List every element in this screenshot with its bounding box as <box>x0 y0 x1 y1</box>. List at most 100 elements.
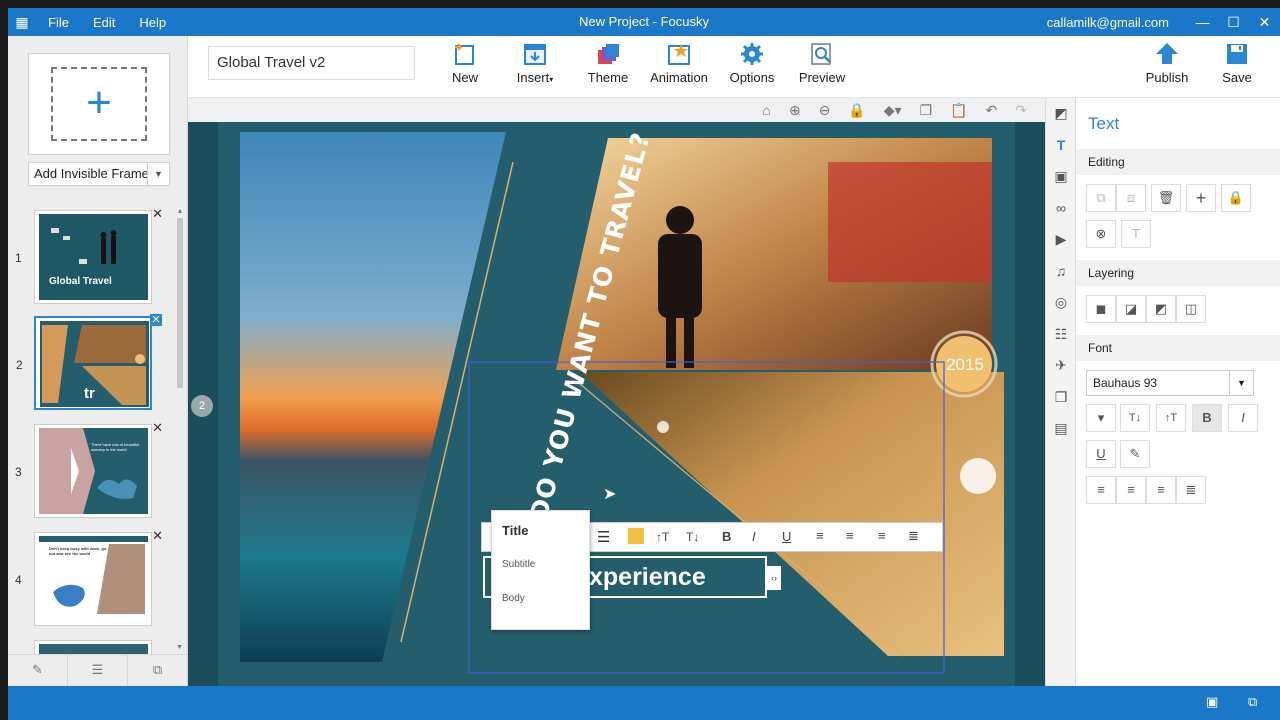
frame-type-select[interactable]: Add Invisible Frame ▼ <box>28 162 170 186</box>
align-center-icon[interactable]: ≡ <box>1116 476 1146 504</box>
align-left-icon[interactable]: ≡ <box>816 528 824 543</box>
video-icon[interactable]: ▶ <box>1046 224 1076 256</box>
delete-slide-icon[interactable]: ✕ <box>150 314 162 326</box>
scrollbar-thumb[interactable] <box>177 218 183 388</box>
paste-icon[interactable]: 📋 <box>950 102 967 119</box>
delete-slide-icon[interactable]: ✕ <box>152 528 163 544</box>
increase-font-icon[interactable]: ↑T <box>656 530 669 544</box>
save-button[interactable]: Save <box>1218 40 1256 94</box>
copy-icon[interactable]: ❐ <box>920 102 933 119</box>
align-right-icon[interactable]: ≡ <box>878 528 886 543</box>
reset-icon[interactable]: ⊗ <box>1086 220 1116 248</box>
send-back-icon[interactable]: ◫ <box>1176 295 1206 323</box>
redo-icon[interactable]: ↷ <box>1015 102 1027 119</box>
align-left-icon[interactable]: ≡ <box>1086 476 1116 504</box>
add-icon[interactable]: + <box>1186 184 1216 212</box>
list-icon[interactable]: ☰ <box>597 528 610 546</box>
bold-icon[interactable]: B <box>1192 404 1222 432</box>
delete-slide-icon[interactable]: ✕ <box>152 420 163 436</box>
style-option-subtitle[interactable]: Subtitle <box>502 559 535 570</box>
text-style-icon[interactable]: T <box>1121 220 1151 248</box>
airplane-icon[interactable]: ✈ <box>1046 350 1076 382</box>
slide-list-scrollbar[interactable]: ▲ ▼ <box>176 208 184 658</box>
menu-file[interactable]: File <box>36 15 81 30</box>
delete-slide-icon[interactable]: ✕ <box>152 206 163 222</box>
style-option-body[interactable]: Body <box>502 593 525 604</box>
slide-thumbnail-2[interactable]: 2 ✕ tr <box>16 314 162 410</box>
frame-settings-icon[interactable]: ☰ <box>68 655 128 686</box>
increase-font-icon[interactable]: ↑T <box>1156 404 1186 432</box>
maximize-icon[interactable]: ☐ <box>1218 14 1249 31</box>
shape-icon[interactable]: ◩ <box>1046 98 1076 130</box>
window-mode-icon[interactable]: ⧉ <box>1248 694 1257 710</box>
link-icon[interactable]: ∞ <box>1046 193 1076 225</box>
stack-icon[interactable]: ☷ <box>1046 319 1076 351</box>
justify-icon[interactable]: ≣ <box>1176 476 1206 504</box>
close-icon[interactable]: ✕ <box>1249 14 1280 31</box>
chevron-down-icon[interactable]: ▼ <box>147 163 169 185</box>
preview-button[interactable]: Preview <box>798 40 846 94</box>
menu-edit[interactable]: Edit <box>81 15 127 30</box>
menu-help[interactable]: Help <box>127 15 178 30</box>
bring-forward-icon[interactable]: ◪ <box>1116 295 1146 323</box>
monitor-icon[interactable]: ▣ <box>1206 694 1218 710</box>
slide-thumbnail-4[interactable]: 4 ✕ Don't keep busy with work, go out an… <box>15 528 163 626</box>
text-icon[interactable]: T <box>1046 130 1076 162</box>
align-right-icon[interactable]: ≡ <box>1146 476 1176 504</box>
minimize-icon[interactable]: — <box>1187 14 1218 30</box>
frame-number-badge[interactable]: 2 <box>191 395 213 417</box>
options-button[interactable]: Options <box>726 40 778 94</box>
group-icon[interactable]: ⧉ <box>1086 184 1116 212</box>
music-icon[interactable]: ♫ <box>1046 256 1076 288</box>
table-icon[interactable]: ▤ <box>1046 413 1076 445</box>
lock-icon[interactable]: 🔒 <box>848 102 865 119</box>
home-icon[interactable]: ⌂ <box>762 102 770 118</box>
bold-icon[interactable]: B <box>722 529 731 544</box>
add-frame-button[interactable]: + <box>28 53 170 155</box>
project-name-field[interactable]: Global Travel v2 <box>208 46 415 80</box>
zoom-out-icon[interactable]: ⊖ <box>819 102 831 119</box>
text-color-icon[interactable] <box>628 528 644 544</box>
slide-stage[interactable]: 2 2015 WHERE DO YOU WANT TO TRAVEL? ☰ ↑T… <box>188 122 1045 686</box>
slide-preview: tr <box>40 321 149 407</box>
resize-handle-icon[interactable]: ‹› <box>767 566 781 590</box>
copy-frame-icon[interactable]: ⧉ <box>128 655 188 686</box>
fill-color-icon[interactable]: ◆▾ <box>884 102 902 119</box>
publish-button[interactable]: Publish <box>1144 40 1190 94</box>
slide-thumbnail-5[interactable] <box>34 640 152 654</box>
decrease-font-icon[interactable]: T↓ <box>686 530 699 544</box>
scroll-down-icon[interactable]: ▼ <box>176 644 183 651</box>
layers-icon[interactable]: ❐ <box>1046 382 1076 414</box>
decrease-font-icon[interactable]: T↓ <box>1120 404 1150 432</box>
compass-icon[interactable]: ◎ <box>1046 287 1076 319</box>
chevron-down-icon[interactable]: ▼ <box>1229 371 1253 395</box>
lock-icon[interactable]: 🔒 <box>1221 184 1251 212</box>
delete-icon[interactable]: 🗑 <box>1151 184 1181 212</box>
align-center-icon[interactable]: ≡ <box>846 528 854 543</box>
animation-button[interactable]: Animation <box>648 40 710 94</box>
italic-icon[interactable]: I <box>1228 404 1258 432</box>
undo-icon[interactable]: ↶ <box>986 102 998 119</box>
justify-icon[interactable]: ≣ <box>908 528 919 544</box>
underline-icon[interactable]: U <box>782 529 791 544</box>
underline-icon[interactable]: U <box>1086 440 1116 468</box>
new-button[interactable]: New <box>444 40 486 94</box>
chevron-down-icon: ▾ <box>549 75 554 84</box>
style-option-title[interactable]: Title <box>502 523 529 538</box>
edit-frame-icon[interactable]: ✎ <box>8 655 68 686</box>
font-size-icon[interactable]: ▾ <box>1086 404 1116 432</box>
theme-button[interactable]: Theme <box>582 40 634 94</box>
slide-thumbnail-1[interactable]: 1 ✕ Global Travel <box>15 206 163 304</box>
zoom-in-icon[interactable]: ⊕ <box>789 102 801 119</box>
account-email[interactable]: callamilk@gmail.com <box>1047 15 1169 30</box>
insert-button[interactable]: Insert▾ <box>510 40 560 94</box>
italic-icon[interactable]: I <box>752 529 756 544</box>
bring-front-icon[interactable]: ◼ <box>1086 295 1116 323</box>
font-family-select[interactable]: Bauhaus 93 ▼ <box>1086 370 1254 396</box>
brush-icon[interactable]: ✎ <box>1120 440 1150 468</box>
slide-thumbnail-3[interactable]: 3 ✕ There have lots of beautiful scenery… <box>15 420 163 518</box>
send-backward-icon[interactable]: ◩ <box>1146 295 1176 323</box>
ungroup-icon[interactable]: ⧈ <box>1116 184 1146 212</box>
scroll-up-icon[interactable]: ▲ <box>176 208 184 215</box>
image-icon[interactable]: ▣ <box>1046 161 1076 193</box>
